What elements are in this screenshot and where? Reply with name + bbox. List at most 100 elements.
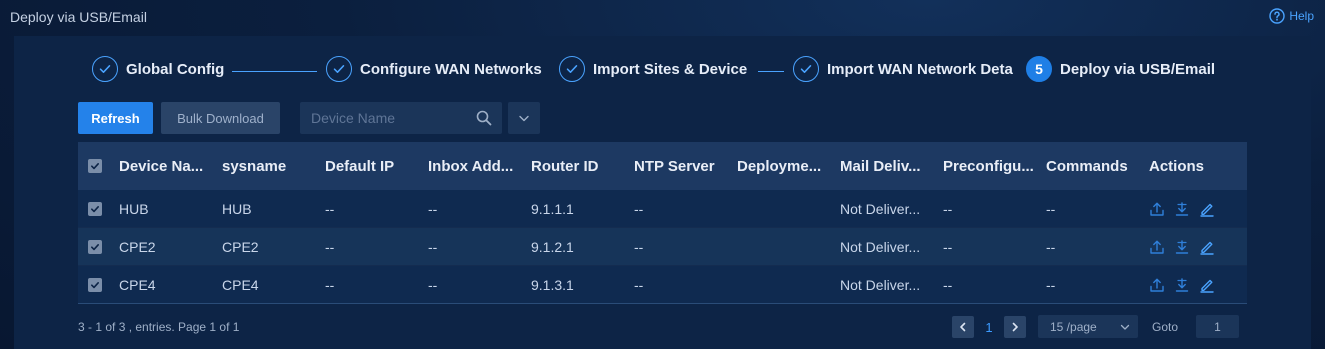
row-actions <box>1149 277 1245 293</box>
row-actions <box>1149 201 1245 217</box>
search-box <box>300 102 502 134</box>
upload-icon[interactable] <box>1149 201 1165 217</box>
cell-commands: -- <box>1046 276 1056 293</box>
edit-icon[interactable] <box>1199 239 1215 255</box>
page-size-value: 15 /page <box>1050 319 1097 334</box>
table-row[interactable]: HUB HUB -- -- 9.1.1.1 -- Not Deliver... … <box>78 190 1247 228</box>
check-icon <box>793 56 819 82</box>
next-page-button[interactable] <box>1004 316 1026 338</box>
step-label: Deploy via USB/Email <box>1060 60 1216 78</box>
search-input[interactable] <box>300 102 470 134</box>
help-label: Help <box>1289 9 1314 23</box>
cell-preconfiguration: -- <box>943 276 953 293</box>
device-table: Device Na... sysname Default IP Inbox Ad… <box>78 142 1247 304</box>
refresh-button[interactable]: Refresh <box>78 102 153 134</box>
download-icon[interactable] <box>1174 201 1190 217</box>
row-actions <box>1149 239 1245 255</box>
column-header[interactable]: Commands <box>1046 158 1149 175</box>
cell-sysname: HUB <box>222 200 252 217</box>
step-configure-wan-networks[interactable]: Configure WAN Networks <box>326 56 542 82</box>
title-bar: Deploy via USB/Email Help <box>0 0 1325 34</box>
cell-router-id: 9.1.1.1 <box>531 200 574 217</box>
cell-mail-delivery: Not Deliver... <box>840 238 921 255</box>
chevron-down-icon <box>1120 324 1130 330</box>
prev-page-button[interactable] <box>952 316 974 338</box>
chevron-right-icon <box>1012 322 1018 332</box>
column-header[interactable]: Deployme... <box>737 158 840 175</box>
column-header[interactable]: Default IP <box>325 158 428 175</box>
upload-icon[interactable] <box>1149 277 1165 293</box>
filter-dropdown-button[interactable] <box>508 102 540 134</box>
cell-commands: -- <box>1046 200 1056 217</box>
row-select-cell <box>78 201 119 216</box>
step-connector <box>232 71 317 72</box>
page-title: Deploy via USB/Email <box>10 9 147 25</box>
step-import-wan-network-details[interactable]: Import WAN Network Deta <box>793 56 1018 82</box>
row-checkbox[interactable] <box>88 277 102 292</box>
column-header[interactable]: NTP Server <box>634 158 737 175</box>
column-header[interactable]: Inbox Add... <box>428 158 531 175</box>
chevron-down-icon <box>519 115 529 122</box>
table-row[interactable]: CPE4 CPE4 -- -- 9.1.3.1 -- Not Deliver..… <box>78 266 1247 304</box>
step-deploy-usb-email[interactable]: 5 Deploy via USB/Email <box>1026 56 1215 82</box>
cell-sysname: CPE4 <box>222 276 259 293</box>
chevron-left-icon <box>960 322 966 332</box>
cell-inbox-address: -- <box>428 200 438 217</box>
checkmark-icon <box>91 243 99 250</box>
cell-inbox-address: -- <box>428 238 438 255</box>
page-number[interactable]: 1 <box>974 320 1004 335</box>
toolbar: Refresh Bulk Download <box>78 102 558 134</box>
step-connector <box>758 71 784 72</box>
check-icon <box>326 56 352 82</box>
download-icon[interactable] <box>1174 239 1190 255</box>
step-label: Configure WAN Networks <box>360 60 542 78</box>
cell-default-ip: -- <box>325 200 335 217</box>
cell-mail-delivery: Not Deliver... <box>840 200 921 217</box>
select-all-checkbox[interactable] <box>88 159 102 173</box>
table-row[interactable]: CPE2 CPE2 -- -- 9.1.2.1 -- Not Deliver..… <box>78 228 1247 266</box>
help-circle-icon <box>1269 8 1286 24</box>
column-header[interactable]: Router ID <box>531 158 634 175</box>
cell-device-name: CPE2 <box>119 238 156 255</box>
step-label: Import WAN Network Deta <box>827 60 1013 78</box>
upload-icon[interactable] <box>1149 239 1165 255</box>
checkmark-icon <box>91 163 99 170</box>
goto-page-input[interactable] <box>1196 315 1239 338</box>
cell-preconfiguration: -- <box>943 238 953 255</box>
checkmark-icon <box>91 205 99 212</box>
step-import-sites-device[interactable]: Import Sites & Device <box>559 56 747 82</box>
cell-router-id: 9.1.3.1 <box>531 276 574 293</box>
row-checkbox[interactable] <box>88 239 102 254</box>
cell-preconfiguration: -- <box>943 200 953 217</box>
row-select-cell <box>78 239 119 254</box>
checkmark-icon <box>91 281 99 288</box>
column-header[interactable]: Mail Deliv... <box>840 158 943 175</box>
cell-ntp-server: -- <box>634 200 644 217</box>
wizard-steps: Global Config Configure WAN Networks Imp… <box>14 36 1311 102</box>
edit-icon[interactable] <box>1199 277 1215 293</box>
table-header: Device Na... sysname Default IP Inbox Ad… <box>78 142 1247 190</box>
column-header[interactable]: Device Na... <box>119 158 222 175</box>
help-link[interactable]: Help <box>1269 8 1314 24</box>
search-icon[interactable] <box>476 110 492 126</box>
pagination: 1 <box>952 316 1026 338</box>
cell-device-name: HUB <box>119 200 149 217</box>
pagination-info: 3 - 1 of 3 , entries. Page 1 of 1 <box>78 320 240 334</box>
edit-icon[interactable] <box>1199 201 1215 217</box>
cell-sysname: CPE2 <box>222 238 259 255</box>
column-header[interactable]: sysname <box>222 158 325 175</box>
cell-router-id: 9.1.2.1 <box>531 238 574 255</box>
column-header[interactable]: Preconfigu... <box>943 158 1046 175</box>
page-size-select[interactable]: 15 /page <box>1038 315 1138 338</box>
download-icon[interactable] <box>1174 277 1190 293</box>
check-icon <box>92 56 118 82</box>
cell-default-ip: -- <box>325 238 335 255</box>
step-global-config[interactable]: Global Config <box>92 56 224 82</box>
row-checkbox[interactable] <box>88 201 102 216</box>
cell-inbox-address: -- <box>428 276 438 293</box>
bulk-download-button[interactable]: Bulk Download <box>161 102 280 134</box>
column-header: Actions <box>1149 157 1205 175</box>
cell-default-ip: -- <box>325 276 335 293</box>
goto-label: Goto <box>1152 320 1179 334</box>
main-panel: Global Config Configure WAN Networks Imp… <box>14 36 1311 349</box>
